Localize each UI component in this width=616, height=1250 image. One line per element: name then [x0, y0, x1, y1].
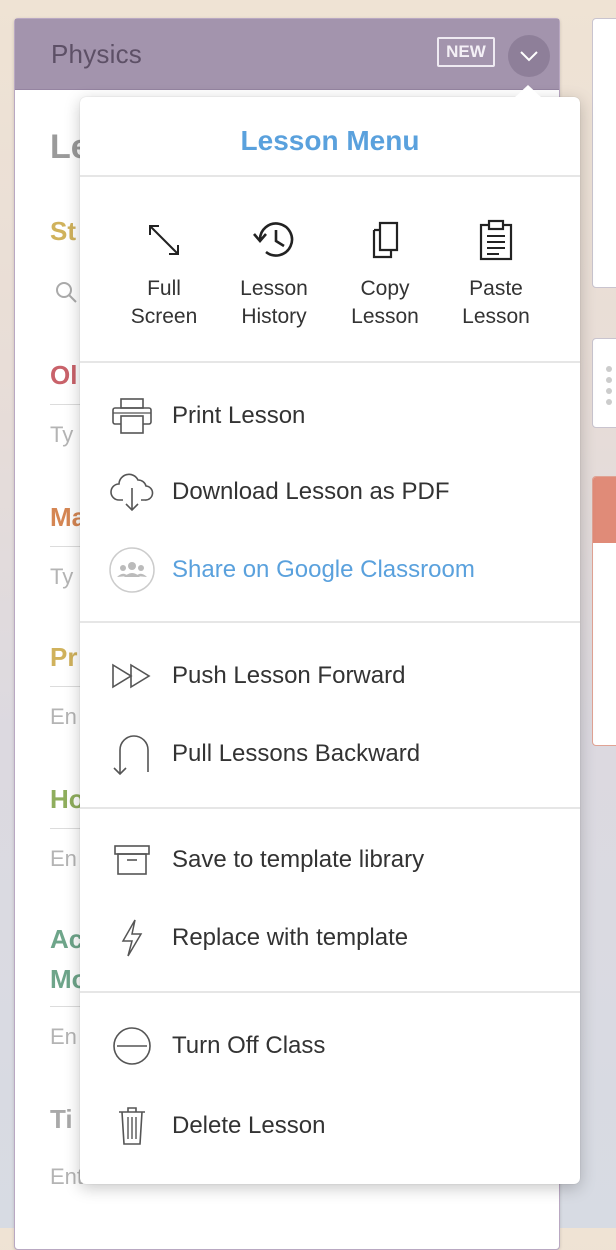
divider — [80, 361, 580, 363]
delete-lesson-item[interactable]: Delete Lesson — [108, 1101, 560, 1151]
full-screen-button[interactable]: Full Screen — [109, 215, 219, 331]
side-card-header — [593, 477, 616, 543]
drag-handle-icon[interactable] — [605, 365, 613, 405]
copy-lesson-button[interactable]: Copy Lesson — [330, 215, 440, 331]
menu-title: Lesson Menu — [240, 125, 420, 156]
paste-lesson-button[interactable]: Paste Lesson — [441, 215, 551, 331]
cloud-download-icon — [110, 473, 154, 512]
section-heading-peek: Ac — [50, 924, 84, 954]
tool-label: Paste — [469, 277, 523, 300]
item-label: Delete Lesson — [172, 1112, 326, 1139]
turn-off-class-item[interactable]: Turn Off Class — [108, 1021, 560, 1071]
tool-label: History — [241, 305, 307, 328]
pull-lessons-backward-item[interactable]: Pull Lessons Backward — [108, 729, 560, 779]
new-badge: NEW — [437, 37, 495, 67]
divider — [80, 807, 580, 809]
item-label: Download Lesson as PDF — [172, 478, 450, 505]
divider — [80, 175, 580, 177]
replace-with-template-item[interactable]: Replace with template — [108, 913, 560, 963]
history-icon — [253, 222, 294, 257]
side-card — [592, 338, 616, 428]
save-to-template-library-item[interactable]: Save to template library — [108, 835, 560, 885]
archive-box-icon — [114, 845, 150, 875]
item-label: Replace with template — [172, 924, 409, 951]
item-label: Turn Off Class — [172, 1032, 326, 1059]
item-label: Share on Google Classroom — [172, 556, 475, 583]
side-card — [592, 476, 616, 746]
tool-label: Screen — [130, 305, 198, 328]
lesson-history-button[interactable]: Lesson History — [219, 215, 329, 331]
google-classroom-icon — [109, 547, 155, 593]
trash-icon — [119, 1107, 145, 1145]
lesson-menu: Lesson Menu Full Screen Lesson History C… — [80, 85, 580, 1184]
minus-circle-icon — [113, 1027, 151, 1065]
lesson-menu-toggle-button[interactable] — [508, 35, 550, 77]
card-header: Physics NEW — [15, 19, 559, 90]
lightning-icon — [121, 919, 143, 957]
share-google-classroom-item[interactable]: Share on Google Classroom — [108, 545, 560, 595]
field-placeholder-peek: En — [50, 704, 77, 729]
expand-icon — [149, 225, 179, 255]
tool-label: Full — [147, 277, 181, 300]
field-placeholder-peek: Ty — [50, 564, 74, 589]
tool-label: Lesson — [462, 305, 530, 328]
section-heading-peek: Pr — [50, 642, 78, 672]
field-placeholder-peek: En — [50, 846, 77, 871]
item-label: Pull Lessons Backward — [172, 740, 421, 767]
section-heading-peek: Ti — [50, 1104, 73, 1134]
download-pdf-item[interactable]: Download Lesson as PDF — [108, 467, 560, 517]
tool-label: Copy — [360, 277, 410, 300]
divider — [80, 991, 580, 993]
item-label: Save to template library — [172, 846, 425, 873]
printer-icon — [112, 398, 152, 434]
copy-icon — [372, 221, 399, 259]
push-lesson-forward-item[interactable]: Push Lesson Forward — [108, 651, 560, 701]
side-card — [592, 18, 616, 288]
menu-arrow — [514, 85, 542, 98]
field-placeholder-peek: Ty — [50, 422, 74, 447]
divider — [80, 621, 580, 623]
fast-forward-icon — [112, 663, 151, 689]
item-label: Push Lesson Forward — [172, 662, 406, 689]
tool-label: Lesson — [240, 277, 308, 300]
section-heading-peek: Ol — [50, 360, 78, 390]
print-lesson-item[interactable]: Print Lesson — [108, 391, 560, 441]
clipboard-icon — [479, 219, 513, 261]
chevron-down-icon — [520, 51, 538, 62]
tool-label: Lesson — [351, 305, 419, 328]
section-heading-peek: St — [50, 216, 76, 246]
card-title: Physics — [51, 39, 142, 69]
item-label: Print Lesson — [172, 402, 306, 429]
search-icon — [56, 282, 77, 303]
u-turn-back-icon — [113, 735, 149, 776]
field-placeholder-peek: En — [50, 1024, 77, 1049]
